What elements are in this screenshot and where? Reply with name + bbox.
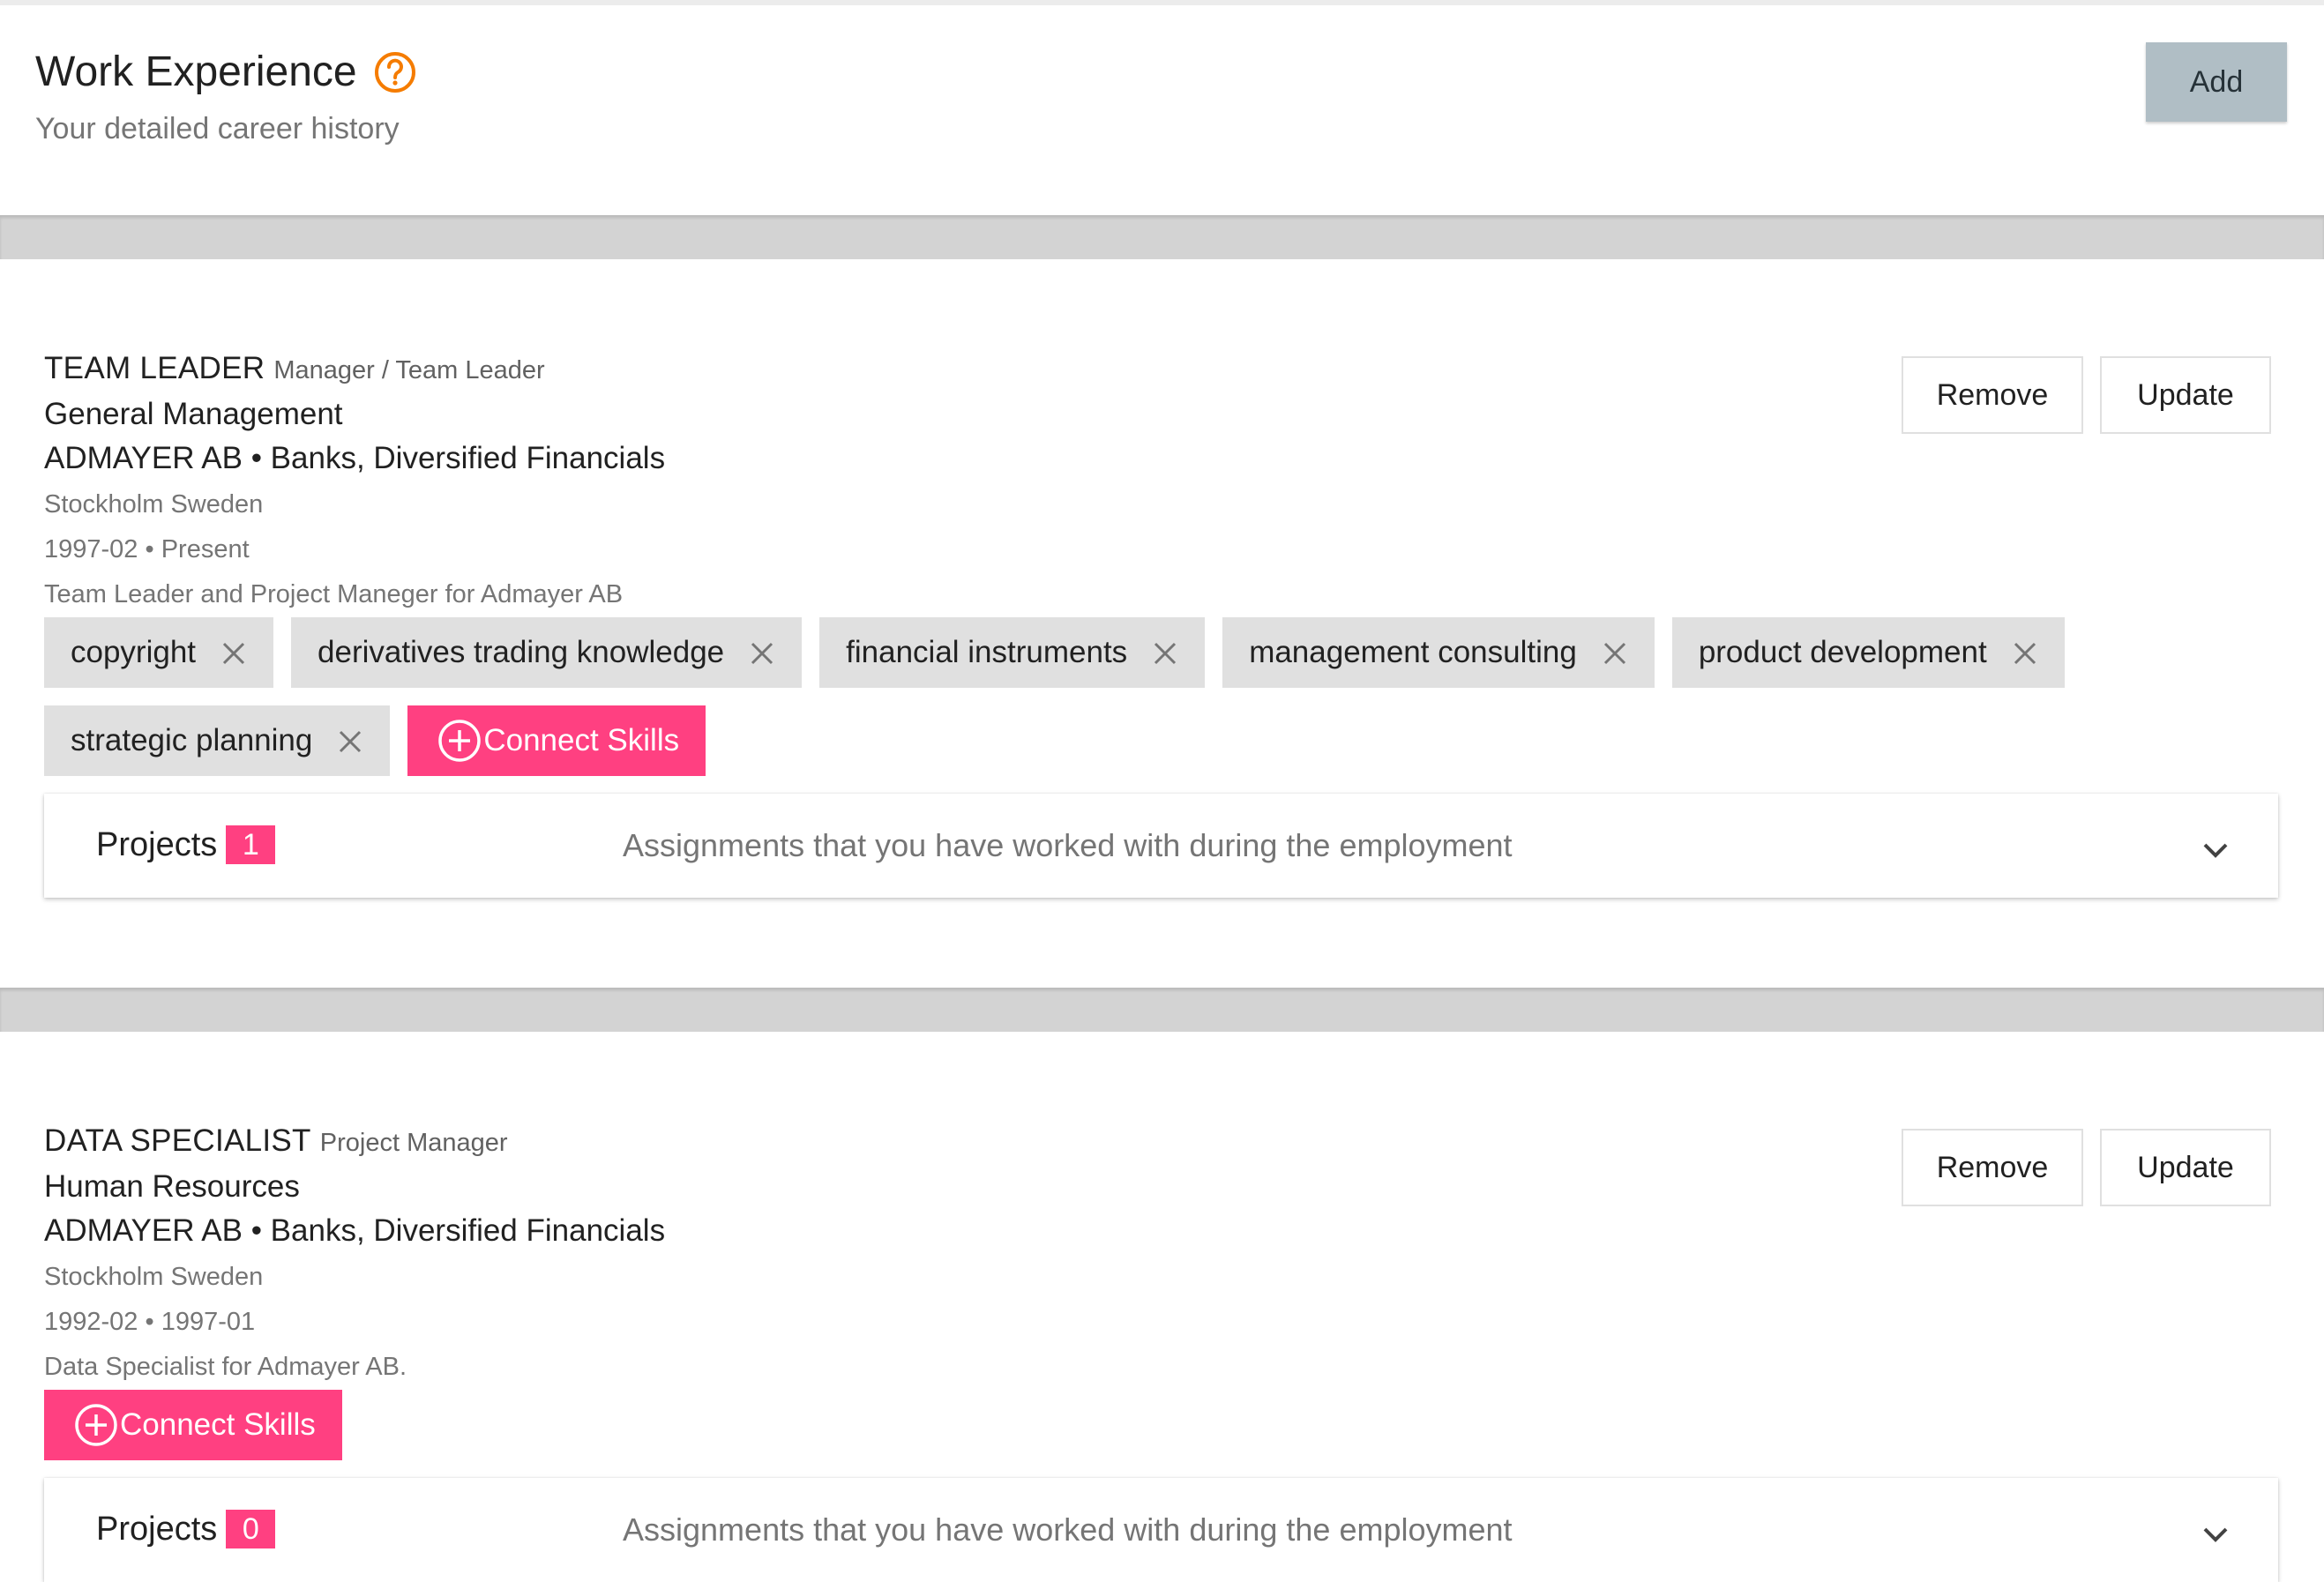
skill-chip[interactable]: copyright bbox=[44, 617, 274, 688]
skill-label: product development bbox=[1698, 635, 1987, 669]
projects-panel[interactable]: Projects 1 Assignments that you have wor… bbox=[44, 794, 2278, 898]
projects-label-group: Projects 1 bbox=[96, 825, 276, 864]
connect-skills-button[interactable]: Connect Skills bbox=[407, 705, 706, 776]
period: 1992-02 • 1997-01 bbox=[44, 1308, 256, 1336]
job-title: TEAM LEADER bbox=[44, 351, 265, 385]
projects-label-group: Projects 0 bbox=[96, 1510, 276, 1548]
page-subtitle: Your detailed career history bbox=[35, 112, 400, 146]
skill-chips: Connect Skills bbox=[44, 1390, 2302, 1478]
projects-label: Projects bbox=[96, 1510, 218, 1548]
close-icon[interactable] bbox=[337, 728, 363, 754]
close-icon[interactable] bbox=[1602, 639, 1628, 666]
location: Stockholm Sweden bbox=[44, 490, 264, 519]
projects-label: Projects bbox=[96, 825, 218, 863]
skill-chip[interactable]: product development bbox=[1671, 617, 2065, 688]
update-button[interactable]: Update bbox=[2100, 1129, 2271, 1206]
projects-description: Assignments that you have worked with du… bbox=[623, 827, 1513, 863]
experience-card-1: TEAM LEADER Manager / Team Leader Genera… bbox=[0, 259, 2324, 988]
close-icon[interactable] bbox=[2012, 639, 2038, 666]
department: Human Resources bbox=[44, 1169, 300, 1204]
job-title: DATA SPECIALIST bbox=[44, 1123, 311, 1158]
job-role: Manager / Team Leader bbox=[273, 356, 545, 384]
skill-chips: copyright derivatives trading knowledge … bbox=[44, 617, 2302, 794]
connect-skills-button[interactable]: Connect Skills bbox=[44, 1390, 342, 1460]
close-icon[interactable] bbox=[220, 639, 247, 666]
job-title-line: TEAM LEADER Manager / Team Leader bbox=[44, 351, 545, 386]
projects-panel[interactable]: Projects 0 Assignments that you have wor… bbox=[44, 1478, 2278, 1582]
title-row: Work Experience bbox=[35, 46, 417, 99]
remove-button[interactable]: Remove bbox=[1902, 1129, 2083, 1206]
description: Data Specialist for Admayer AB. bbox=[44, 1353, 407, 1381]
company: ADMAYER AB • Banks, Diversified Financia… bbox=[44, 441, 666, 475]
company: ADMAYER AB • Banks, Diversified Financia… bbox=[44, 1213, 666, 1248]
section-header: Work Experience Your detailed career his… bbox=[0, 5, 2324, 215]
chevron-down-icon[interactable] bbox=[2196, 831, 2235, 869]
description: Team Leader and Project Maneger for Adma… bbox=[44, 580, 624, 608]
chevron-down-icon[interactable] bbox=[2196, 1515, 2235, 1554]
skill-label: derivatives trading knowledge bbox=[318, 635, 725, 669]
projects-count-badge: 0 bbox=[226, 1510, 276, 1548]
remove-button[interactable]: Remove bbox=[1902, 356, 2083, 434]
connect-skills-label: Connect Skills bbox=[483, 723, 680, 757]
close-icon[interactable] bbox=[749, 639, 775, 666]
skill-chip[interactable]: financial instruments bbox=[819, 617, 1206, 688]
skill-label: management consulting bbox=[1249, 635, 1577, 669]
section-separator bbox=[0, 988, 2324, 1032]
job-role: Project Manager bbox=[319, 1129, 508, 1157]
page-title: Work Experience bbox=[35, 49, 357, 95]
add-circle-icon bbox=[74, 1403, 118, 1447]
connect-skills-label: Connect Skills bbox=[120, 1407, 316, 1442]
skill-label: financial instruments bbox=[846, 635, 1128, 669]
period: 1997-02 • Present bbox=[44, 535, 250, 563]
skill-label: strategic planning bbox=[71, 723, 313, 757]
skill-chip[interactable]: strategic planning bbox=[44, 705, 391, 776]
add-circle-icon bbox=[437, 719, 482, 763]
update-button[interactable]: Update bbox=[2100, 356, 2271, 434]
department: General Management bbox=[44, 397, 343, 431]
close-icon[interactable] bbox=[1152, 639, 1178, 666]
projects-count-badge: 1 bbox=[226, 825, 276, 864]
help-circle-icon[interactable] bbox=[373, 50, 417, 94]
add-button[interactable]: Add bbox=[2146, 42, 2287, 122]
skill-label: copyright bbox=[71, 635, 197, 669]
section-separator bbox=[0, 215, 2324, 259]
job-title-line: DATA SPECIALIST Project Manager bbox=[44, 1123, 508, 1159]
location: Stockholm Sweden bbox=[44, 1263, 264, 1291]
skill-chip[interactable]: management consulting bbox=[1222, 617, 1655, 688]
experience-card-2: DATA SPECIALIST Project Manager Human Re… bbox=[0, 1032, 2324, 1582]
projects-description: Assignments that you have worked with du… bbox=[623, 1511, 1513, 1548]
skill-chip[interactable]: derivatives trading knowledge bbox=[291, 617, 803, 688]
